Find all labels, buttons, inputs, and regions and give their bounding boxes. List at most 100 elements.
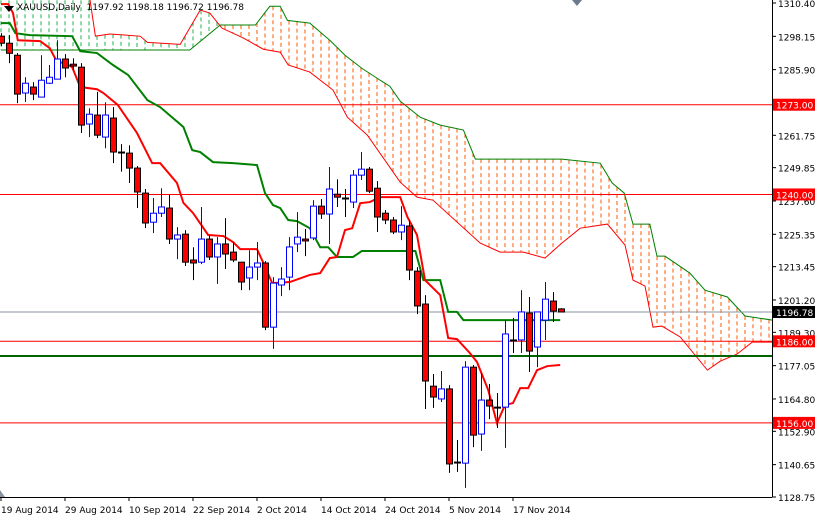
- chart-shift-marker-icon[interactable]: [572, 0, 582, 6]
- price-tick-label: 1285.90: [778, 67, 815, 77]
- chart-menu-triangle-icon[interactable]: [4, 6, 14, 12]
- time-tick-label: 19 Aug 2014: [1, 506, 59, 516]
- candle: [502, 320, 509, 448]
- candle-body: [22, 82, 29, 94]
- candle-body: [454, 461, 461, 464]
- candle-body: [278, 278, 285, 286]
- candle: [438, 370, 445, 402]
- candle-body: [382, 212, 389, 221]
- candle-body: [510, 339, 517, 342]
- price-tick-label: 1201.20: [778, 297, 815, 307]
- candle: [14, 53, 21, 104]
- candle: [6, 35, 13, 64]
- candle: [534, 311, 541, 368]
- candle: [398, 206, 405, 241]
- candle-body: [542, 298, 549, 321]
- candle: [510, 317, 517, 354]
- price-tick-label: 1177.05: [778, 363, 815, 373]
- chart-title: XAUUSD,Daily 1197.92 1198.18 1196.72 119…: [17, 3, 244, 13]
- candle: [270, 277, 277, 349]
- time-tick-label: 14 Oct 2014: [321, 506, 377, 516]
- time-tick-label: 2 Oct 2014: [257, 506, 307, 516]
- candle-body: [70, 63, 77, 67]
- candle-body: [134, 167, 141, 193]
- candle: [150, 197, 157, 234]
- candle-body: [54, 58, 61, 80]
- candle: [182, 230, 189, 266]
- candle-body: [310, 205, 317, 239]
- candle-body: [46, 76, 53, 84]
- candle: [542, 282, 549, 340]
- price-tick-label: 1298.15: [778, 33, 815, 43]
- candle: [158, 188, 165, 218]
- candle-body: [206, 238, 213, 258]
- candle: [350, 169, 357, 209]
- candle: [390, 217, 397, 235]
- candle-body: [462, 366, 469, 464]
- candle-body: [318, 205, 325, 215]
- candle-body: [198, 238, 205, 263]
- candle: [246, 250, 253, 291]
- candle-body: [118, 151, 125, 154]
- time-tick-label: 10 Sep 2014: [129, 506, 186, 516]
- candle-body: [38, 79, 45, 98]
- candle-body: [502, 333, 509, 408]
- candle-body: [350, 174, 357, 203]
- candle-body: [270, 282, 277, 328]
- candle-body: [470, 366, 477, 436]
- candle: [406, 220, 413, 281]
- candle: [134, 166, 141, 209]
- candle: [254, 242, 261, 281]
- candle: [302, 228, 309, 257]
- level-price-label: 1156.00: [776, 420, 813, 430]
- candle-body: [142, 192, 149, 224]
- candle-body: [150, 212, 157, 223]
- candle: [478, 373, 485, 451]
- plot-area: [0, 0, 772, 488]
- candle: [422, 295, 429, 410]
- candle-body: [174, 234, 181, 240]
- candle-body: [214, 243, 221, 258]
- current-price-label: 1196.78: [776, 309, 813, 319]
- candle-body: [422, 303, 429, 382]
- candle: [294, 212, 301, 253]
- candle: [190, 247, 197, 281]
- candle: [446, 385, 453, 473]
- candle: [374, 181, 381, 232]
- price-tick-label: 1261.75: [778, 132, 815, 142]
- candle: [462, 361, 469, 488]
- candle: [238, 261, 245, 291]
- candle: [206, 234, 213, 260]
- candle-body: [358, 168, 365, 176]
- candle: [62, 54, 69, 78]
- candle-body: [86, 113, 93, 125]
- time-tick-label: 22 Sep 2014: [193, 506, 250, 516]
- scroll-corner-icon: [0, 490, 5, 497]
- candle: [382, 209, 389, 225]
- candle-body: [558, 308, 565, 313]
- candle-body: [262, 262, 269, 328]
- candle-body: [518, 311, 525, 341]
- candle-body: [374, 187, 381, 218]
- candle-body: [190, 259, 197, 264]
- candle-body: [446, 388, 453, 465]
- level-price-label: 1240.00: [776, 191, 813, 201]
- candle: [470, 364, 477, 448]
- candle-body: [286, 246, 293, 278]
- candle-body: [102, 114, 109, 138]
- price-chart[interactable]: 1310.40 1298.15 1285.90 1273.00 1261.75 1249.…: [0, 0, 815, 516]
- candle-body: [254, 262, 261, 268]
- candle: [166, 194, 173, 244]
- candle-body: [246, 266, 253, 279]
- time-tick-label: 5 Nov 2014: [449, 506, 501, 516]
- candle-body: [30, 86, 37, 95]
- candle: [118, 144, 125, 172]
- candle-body: [166, 207, 173, 240]
- candle: [318, 199, 325, 219]
- candle: [454, 440, 461, 472]
- candle: [414, 267, 421, 315]
- candle: [126, 145, 133, 184]
- time-tick-label: 24 Oct 2014: [385, 506, 441, 516]
- candle: [198, 206, 205, 265]
- candle: [30, 82, 37, 101]
